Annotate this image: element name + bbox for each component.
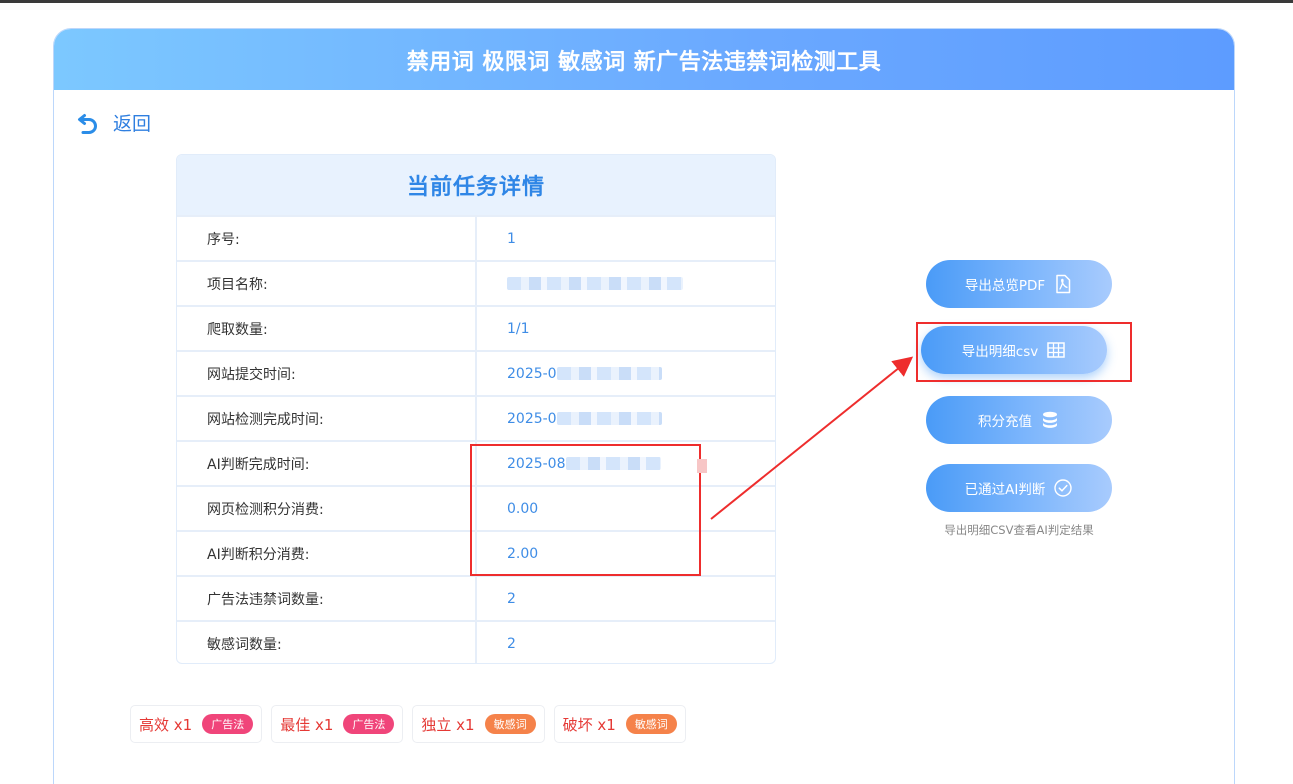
row-value-text: 1/1 bbox=[507, 320, 530, 337]
task-detail-table: 当前任务详情 序号: 1 项目名称: 爬取数量: 1/1 网站提交时间: 202… bbox=[176, 154, 776, 664]
recharge-button[interactable]: 积分充值 bbox=[926, 396, 1112, 444]
row-label: 网站检测完成时间: bbox=[177, 397, 477, 440]
page-header: 禁用词 极限词 敏感词 新广告法违禁词检测工具 bbox=[54, 29, 1234, 90]
export-pdf-label: 导出总览PDF bbox=[964, 278, 1046, 294]
tag-word: 高效 x1 bbox=[139, 715, 193, 734]
highlight-box-ai-rows bbox=[470, 444, 701, 576]
row-label: 网页检测积分消费: bbox=[177, 487, 477, 530]
task-detail-title: 当前任务详情 bbox=[177, 155, 775, 215]
csv-hint-text: 导出明细CSV查看AI判定结果 bbox=[944, 523, 1094, 537]
tag-badge: 广告法 bbox=[202, 714, 254, 734]
ai-passed-label: 已通过AI判断 bbox=[964, 482, 1046, 498]
word-tag[interactable]: 最佳 x1 广告法 bbox=[271, 705, 404, 743]
row-value: 1 bbox=[477, 217, 775, 260]
row-value-text: 2 bbox=[507, 635, 516, 652]
back-label: 返回 bbox=[113, 113, 152, 135]
row-label: AI判断积分消费: bbox=[177, 532, 477, 575]
table-row: 网站提交时间: 2025-0 bbox=[177, 350, 775, 395]
redacted-text bbox=[507, 277, 683, 290]
row-label: 项目名称: bbox=[177, 262, 477, 305]
word-tag[interactable]: 独立 x1 敏感词 bbox=[412, 705, 545, 743]
table-row: 序号: 1 bbox=[177, 215, 775, 260]
table-row: 广告法违禁词数量: 2 bbox=[177, 575, 775, 620]
redacted-text bbox=[556, 367, 662, 380]
page-title: 禁用词 极限词 敏感词 新广告法违禁词检测工具 bbox=[406, 49, 882, 75]
row-value-text: 1 bbox=[507, 230, 516, 247]
row-label: 序号: bbox=[177, 217, 477, 260]
ai-passed-button[interactable]: 已通过AI判断 bbox=[926, 464, 1112, 512]
redacted-text bbox=[556, 412, 662, 425]
table-row: 网站检测完成时间: 2025-0 bbox=[177, 395, 775, 440]
table-row: 敏感词数量: 2 bbox=[177, 620, 775, 663]
tag-badge: 广告法 bbox=[343, 714, 395, 734]
word-tag[interactable]: 高效 x1 广告法 bbox=[130, 705, 263, 743]
word-tag[interactable]: 破坏 x1 敏感词 bbox=[553, 705, 686, 743]
export-pdf-button[interactable]: 导出总览PDF bbox=[926, 260, 1112, 308]
main-card: 禁用词 极限词 敏感词 新广告法违禁词检测工具 返回 当前任务详情 序号: 1 … bbox=[53, 28, 1235, 784]
row-value: 2 bbox=[477, 577, 775, 620]
row-value: 2025-0 bbox=[477, 397, 775, 440]
row-value: 2 bbox=[477, 622, 775, 663]
tag-badge: 敏感词 bbox=[625, 714, 677, 734]
table-row: 项目名称: bbox=[177, 260, 775, 305]
row-label: 网站提交时间: bbox=[177, 352, 477, 395]
database-coins-icon bbox=[1043, 411, 1057, 428]
row-value-text: 2025-0 bbox=[507, 365, 557, 382]
tag-word: 最佳 x1 bbox=[280, 715, 334, 734]
tag-word: 破坏 x1 bbox=[562, 715, 616, 734]
table-row: 爬取数量: 1/1 bbox=[177, 305, 775, 350]
check-circle-icon bbox=[1054, 479, 1073, 497]
back-button[interactable]: 返回 bbox=[76, 109, 151, 136]
row-value-text: 2025-0 bbox=[507, 410, 557, 427]
undo-arrow-icon bbox=[78, 113, 97, 134]
row-value-text: 2 bbox=[507, 590, 516, 607]
row-value: 2025-0 bbox=[477, 352, 775, 395]
row-label: AI判断完成时间: bbox=[177, 442, 477, 485]
tag-badge: 敏感词 bbox=[484, 714, 536, 734]
row-label: 敏感词数量: bbox=[177, 622, 477, 663]
detected-words-list: 高效 x1 广告法 最佳 x1 广告法 独立 x1 敏感词 破坏 x1 敏感词 bbox=[130, 705, 686, 743]
row-label: 广告法违禁词数量: bbox=[177, 577, 477, 620]
tag-word: 独立 x1 bbox=[421, 715, 475, 734]
pdf-file-icon bbox=[1056, 274, 1071, 294]
row-value bbox=[477, 262, 775, 305]
recharge-label: 积分充值 bbox=[978, 414, 1032, 430]
row-value: 1/1 bbox=[477, 307, 775, 350]
highlight-box-csv bbox=[916, 322, 1132, 382]
window-top-edge bbox=[0, 0, 1293, 3]
row-label: 爬取数量: bbox=[177, 307, 477, 350]
